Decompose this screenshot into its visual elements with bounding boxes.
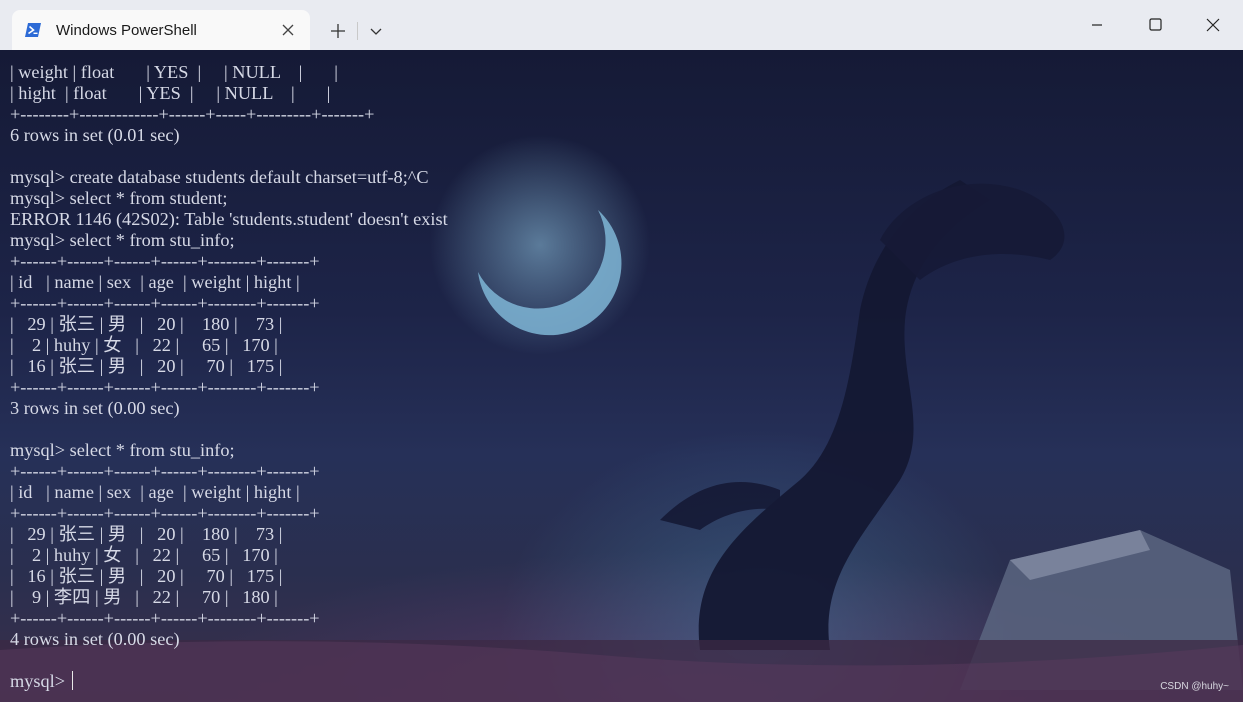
- tab-close-icon[interactable]: [278, 20, 298, 40]
- tab-title: Windows PowerShell: [56, 22, 197, 39]
- terminal-line: | id | name | sex | age | weight | hight…: [10, 482, 300, 502]
- terminal-pane[interactable]: | weight | float | YES | | NULL | | | hig…: [0, 50, 1243, 702]
- powershell-icon: [24, 22, 42, 38]
- terminal-line: | weight | float | YES | | NULL | |: [10, 62, 338, 82]
- terminal-line: | 29 | 张三 | 男 | 20 | 180 | 73 |: [10, 314, 283, 334]
- terminal-line: +--------+-------------+------+-----+---…: [10, 104, 375, 124]
- terminal-output: | weight | float | YES | | NULL | | | hig…: [10, 62, 448, 692]
- terminal-line: | id | name | sex | age | weight | hight…: [10, 272, 300, 292]
- text-cursor: [71, 671, 73, 690]
- close-icon[interactable]: [1184, 0, 1242, 50]
- watermark: CSDN @huhy~: [1160, 681, 1229, 692]
- terminal-line: 6 rows in set (0.01 sec): [10, 125, 180, 145]
- terminal-line: +------+------+------+------+--------+--…: [10, 503, 320, 523]
- terminal-line: 4 rows in set (0.00 sec): [10, 629, 180, 649]
- terminal-line: 3 rows in set (0.00 sec): [10, 398, 180, 418]
- terminal-line: ERROR 1146 (42S02): Table 'students.stud…: [10, 209, 448, 229]
- prompt-line[interactable]: mysql>: [10, 671, 448, 692]
- terminal-line: +------+------+------+------+--------+--…: [10, 251, 320, 271]
- terminal-line: | 2 | huhy | 女 | 22 | 65 | 170 |: [10, 335, 278, 355]
- terminal-line: | 29 | 张三 | 男 | 20 | 180 | 73 |: [10, 524, 283, 544]
- terminal-line: mysql> select * from stu_info;: [10, 230, 235, 250]
- terminal-line: +------+------+------+------+--------+--…: [10, 461, 320, 481]
- minimize-icon[interactable]: [1068, 0, 1126, 50]
- powershell-window: Windows PowerShell | weight | float | YE…: [0, 0, 1243, 702]
- maximize-icon[interactable]: [1126, 0, 1184, 50]
- terminal-line: +------+------+------+------+--------+--…: [10, 377, 320, 397]
- dropdown-chevron-icon[interactable]: [362, 16, 390, 46]
- tab-separator: [357, 22, 358, 40]
- prompt-text: mysql>: [10, 671, 70, 691]
- terminal-line: | 16 | 张三 | 男 | 20 | 70 | 175 |: [10, 356, 283, 376]
- terminal-line: mysql> create database students default …: [10, 167, 429, 187]
- terminal-line: mysql> select * from student;: [10, 188, 228, 208]
- terminal-line: | hight | float | YES | | NULL | |: [10, 83, 331, 103]
- terminal-line: +------+------+------+------+--------+--…: [10, 293, 320, 313]
- terminal-line: | 2 | huhy | 女 | 22 | 65 | 170 |: [10, 545, 278, 565]
- title-bar[interactable]: Windows PowerShell: [0, 0, 1243, 50]
- terminal-line: +------+------+------+------+--------+--…: [10, 608, 320, 628]
- terminal-line: | 16 | 张三 | 男 | 20 | 70 | 175 |: [10, 566, 283, 586]
- terminal-line: | 9 | 李四 | 男 | 22 | 70 | 180 |: [10, 587, 278, 607]
- tab-windows-powershell[interactable]: Windows PowerShell: [12, 10, 310, 50]
- terminal-line: mysql> select * from stu_info;: [10, 440, 235, 460]
- new-tab-icon[interactable]: [322, 16, 354, 46]
